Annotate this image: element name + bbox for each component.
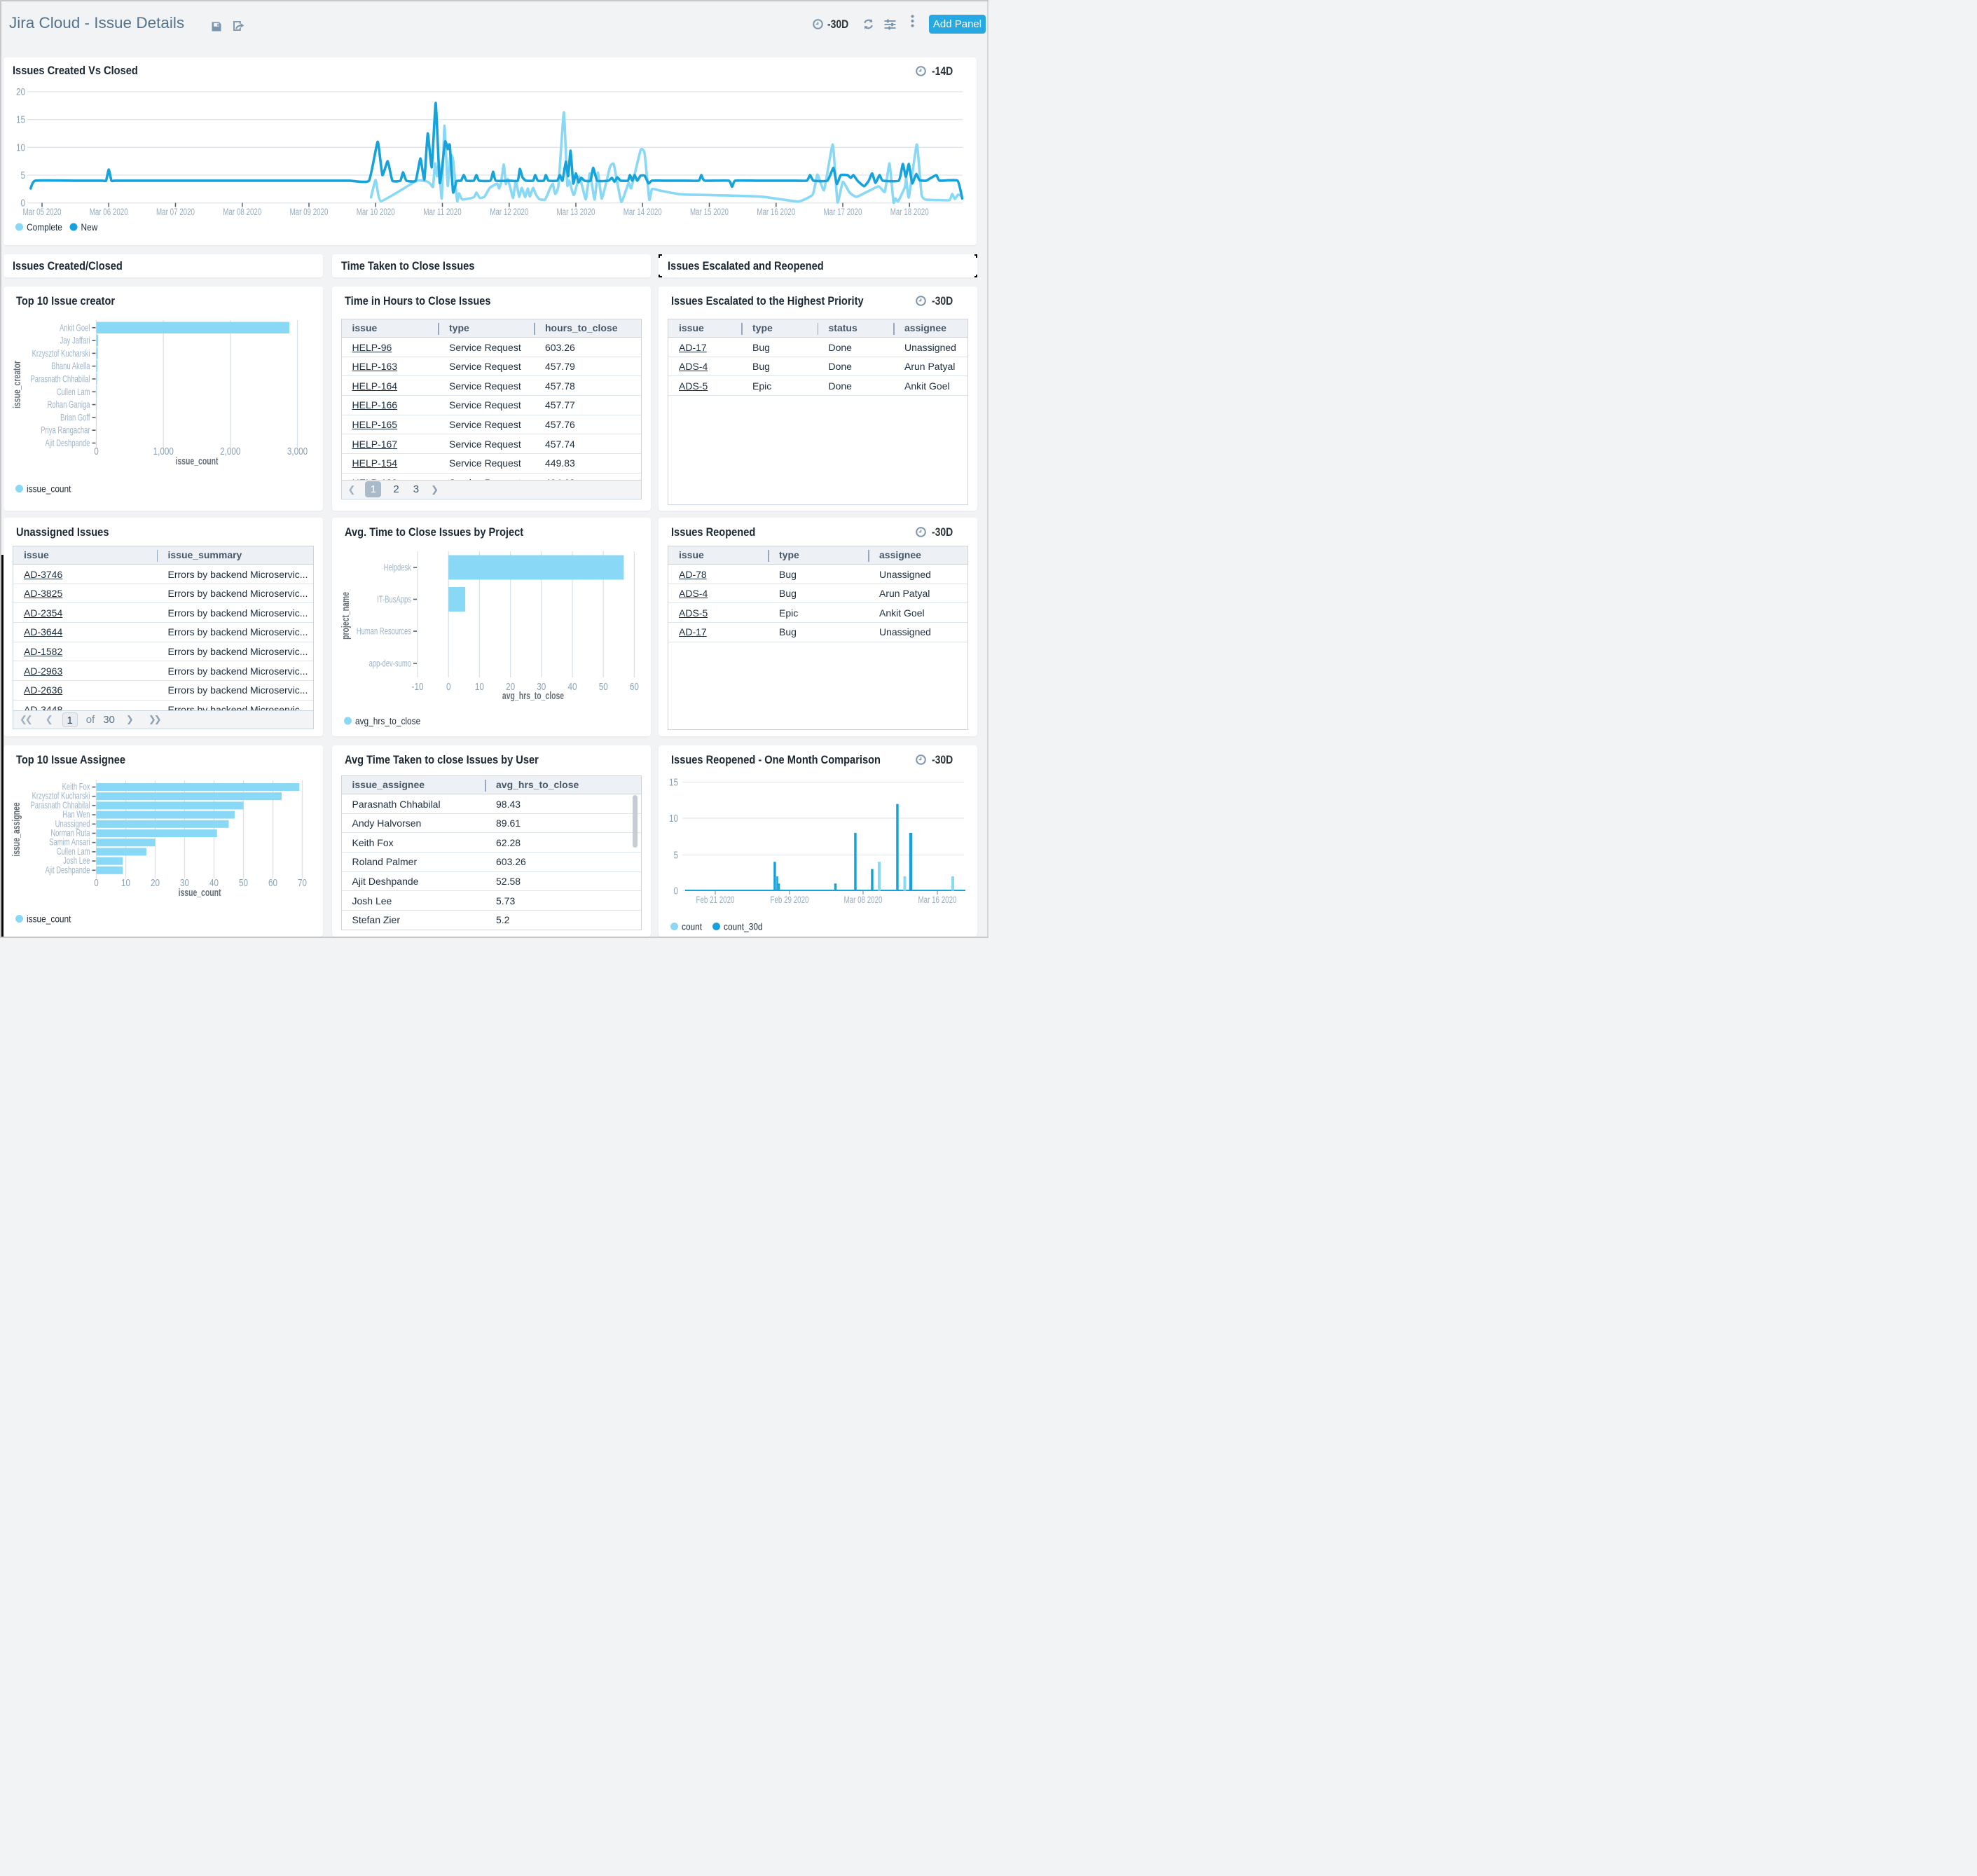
svg-text:Feb 29 2020: Feb 29 2020 [770, 894, 808, 905]
svg-text:2,000: 2,000 [220, 446, 240, 457]
svg-text:Priya Rangachar: Priya Rangachar [41, 425, 90, 436]
svg-text:count_30d: count_30d [724, 921, 763, 932]
svg-text:40: 40 [567, 681, 577, 693]
svg-text:issue_count: issue_count [27, 913, 71, 925]
svg-text:Bhanu Akella: Bhanu Akella [51, 361, 90, 372]
svg-text:Helpdesk: Helpdesk [383, 563, 411, 573]
svg-text:Mar 08 2020: Mar 08 2020 [843, 894, 882, 905]
svg-text:Cullen Lam: Cullen Lam [57, 387, 90, 397]
svg-text:1,000: 1,000 [153, 446, 174, 457]
svg-text:issue_count: issue_count [27, 483, 71, 495]
svg-text:Mar 12 2020: Mar 12 2020 [490, 206, 528, 217]
svg-text:IT-BusApps: IT-BusApps [377, 594, 411, 605]
svg-text:10: 10 [16, 142, 25, 153]
svg-text:60: 60 [629, 681, 638, 693]
svg-text:Mar 14 2020: Mar 14 2020 [624, 206, 662, 217]
svg-text:issue_creator: issue_creator [11, 361, 22, 408]
svg-text:10: 10 [669, 813, 678, 825]
svg-text:Ankit Goel: Ankit Goel [60, 323, 90, 333]
svg-text:project_name: project_name [340, 592, 351, 640]
svg-text:Mar 05 2020: Mar 05 2020 [22, 206, 61, 217]
svg-text:20: 20 [151, 877, 160, 889]
svg-text:Mar 10 2020: Mar 10 2020 [357, 206, 395, 217]
svg-text:Mar 18 2020: Mar 18 2020 [890, 206, 929, 217]
svg-text:5: 5 [20, 170, 25, 181]
svg-text:avg_hrs_to_close: avg_hrs_to_close [355, 715, 420, 726]
svg-text:50: 50 [598, 681, 607, 693]
svg-text:Ajit Deshpande: Ajit Deshpande [45, 865, 90, 876]
svg-text:Human Resources: Human Resources [356, 626, 411, 637]
svg-text:Brian Goff: Brian Goff [60, 413, 90, 423]
svg-text:0: 0 [673, 885, 678, 897]
svg-text:issue_assignee: issue_assignee [11, 802, 22, 856]
svg-text:10: 10 [474, 681, 483, 693]
svg-text:60: 60 [268, 877, 277, 889]
svg-text:0: 0 [94, 877, 99, 889]
svg-text:Rohan Ganiga: Rohan Ganiga [48, 399, 90, 410]
svg-text:Feb 21 2020: Feb 21 2020 [696, 894, 734, 905]
svg-text:count: count [682, 921, 702, 932]
svg-text:Mar 15 2020: Mar 15 2020 [690, 206, 729, 217]
svg-text:20: 20 [16, 86, 25, 98]
svg-text:Mar 09 2020: Mar 09 2020 [289, 206, 328, 217]
svg-text:15: 15 [669, 776, 678, 788]
svg-text:Mar 16 2020: Mar 16 2020 [757, 206, 795, 217]
svg-text:avg_hrs_to_close: avg_hrs_to_close [502, 690, 563, 701]
svg-text:Mar 13 2020: Mar 13 2020 [556, 206, 595, 217]
svg-text:Mar 07 2020: Mar 07 2020 [156, 206, 195, 217]
svg-text:Parasnath Chhabilal: Parasnath Chhabilal [30, 374, 90, 385]
svg-text:-10: -10 [411, 681, 423, 693]
svg-text:Mar 17 2020: Mar 17 2020 [823, 206, 862, 217]
svg-text:Mar 11 2020: Mar 11 2020 [423, 206, 462, 217]
svg-text:app-dev-sumo: app-dev-sumo [368, 658, 411, 669]
svg-text:15: 15 [16, 113, 25, 125]
svg-text:10: 10 [121, 877, 130, 889]
svg-text:Complete: Complete [27, 221, 62, 233]
svg-text:Mar 16 2020: Mar 16 2020 [918, 894, 956, 905]
svg-text:issue_count: issue_count [176, 455, 219, 467]
svg-text:Ajit Deshpande: Ajit Deshpande [45, 438, 90, 448]
svg-text:Mar 08 2020: Mar 08 2020 [223, 206, 261, 217]
svg-text:50: 50 [239, 877, 248, 889]
svg-text:70: 70 [298, 877, 307, 889]
svg-text:Krzysztof Kucharski: Krzysztof Kucharski [32, 348, 90, 359]
svg-text:New: New [81, 221, 98, 233]
svg-text:Mar 06 2020: Mar 06 2020 [90, 206, 128, 217]
svg-text:5: 5 [673, 849, 678, 861]
svg-text:Jay Jaffari: Jay Jaffari [60, 336, 90, 346]
svg-text:3,000: 3,000 [287, 446, 308, 457]
svg-text:0: 0 [446, 681, 450, 693]
svg-text:issue_count: issue_count [179, 887, 222, 898]
